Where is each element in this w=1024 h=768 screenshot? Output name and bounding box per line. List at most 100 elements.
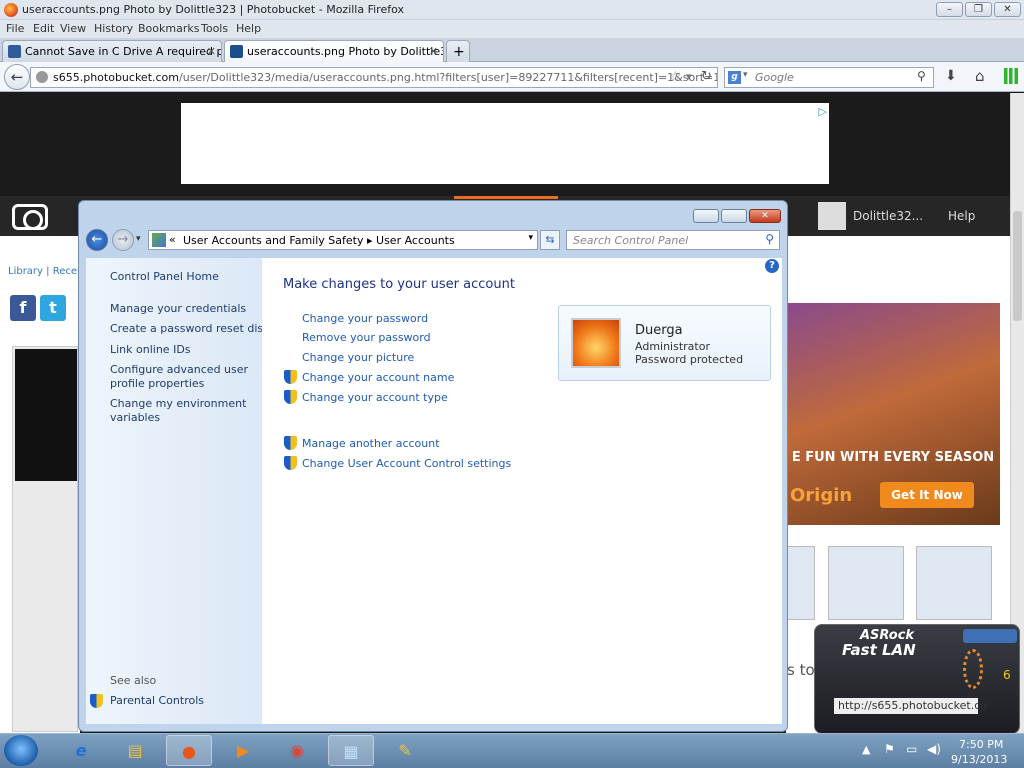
clock-time[interactable]: 7:50 PM [959,738,1003,751]
control-panel-taskbar-icon[interactable]: ▦ [328,735,374,766]
new-tab-button[interactable]: + [446,40,470,62]
site-identity-icon[interactable] [36,71,48,83]
paint-icon[interactable]: ✎ [382,735,428,766]
help-icon[interactable]: ? [765,259,779,273]
cp-maximize-button[interactable] [721,209,747,223]
change-picture-link[interactable]: Change your picture [302,351,414,364]
chrome-icon[interactable]: ◉ [274,735,320,766]
search-engine-dropdown-icon[interactable]: ▾ [743,70,748,80]
tab-useraccounts[interactable]: useraccounts.png Photo by Dolittle32... … [224,40,444,62]
get-it-now-button[interactable]: Get It Now [880,482,974,508]
cp-close-button[interactable]: ✕ [749,209,781,223]
menu-history[interactable]: History [94,22,133,35]
firefox-taskbar-icon[interactable]: ● [166,735,212,766]
user-avatar[interactable] [818,202,846,230]
media-player-icon[interactable]: ▶ [220,735,266,766]
start-button[interactable] [4,735,38,766]
tab-close-icon[interactable]: ✕ [207,45,216,58]
related-thumbnail[interactable] [787,546,815,620]
environment-variables-link[interactable]: Change my environment [110,397,246,410]
adchoices-icon[interactable]: ▷ [819,105,827,118]
cp-breadcrumb-root[interactable]: « [169,233,176,246]
change-password-link[interactable]: Change your password [302,312,428,325]
uac-shield-icon [284,370,297,384]
addon-signal-icon[interactable] [1004,68,1018,84]
xfast-lan-title: Fast LAN [842,641,916,659]
search-bar[interactable]: g ▾ Google ⚲ [724,67,934,88]
menu-help[interactable]: Help [236,22,261,35]
cp-minimize-button[interactable] [693,209,719,223]
cp-breadcrumb-family-safety[interactable]: User Accounts and Family Safety [183,234,363,247]
menu-view[interactable]: View [60,22,86,35]
account-password-status: Password protected [635,353,744,366]
configure-profile-link[interactable]: Configure advanced user [110,363,248,376]
home-icon[interactable]: ⌂ [975,67,985,85]
close-button[interactable]: ✕ [994,2,1021,17]
library-breadcrumb[interactable]: Library | Recen [8,266,83,277]
widget-menu-icon[interactable] [963,629,1017,643]
file-explorer-icon[interactable]: ▤ [112,735,158,766]
cp-forward-button[interactable]: → [112,229,134,251]
reload-icon[interactable]: ↻ [701,69,712,84]
user-menu[interactable]: Dolittle32... [853,209,923,223]
cp-address-bar[interactable]: « User Accounts and Family Safety ▸ User… [148,230,538,250]
help-menu[interactable]: Help [948,209,975,223]
dropdown-arrow-icon[interactable]: ▾ [686,70,692,83]
manage-credentials-link[interactable]: Manage your credentials [110,302,246,315]
cp-search-input[interactable]: Search Control Panel ⚲ [566,230,780,250]
menu-edit[interactable]: Edit [33,22,54,35]
cp-breadcrumb-user-accounts[interactable]: User Accounts [376,234,455,247]
url-bar[interactable]: s655.photobucket.com/user/Dolittle323/me… [30,67,718,88]
related-thumbnail[interactable] [916,546,992,620]
uac-shield-icon [284,456,297,470]
address-dropdown-icon[interactable]: ▾ [528,233,533,243]
restore-button[interactable]: ❐ [965,2,992,17]
change-account-type-link[interactable]: Change your account type [302,391,448,404]
cp-back-button[interactable]: ← [86,229,108,251]
parental-controls-link[interactable]: Parental Controls [110,694,204,707]
account-picture [571,318,621,368]
manage-another-account-link[interactable]: Manage another account [302,437,440,450]
bookmark-star-icon[interactable]: ☆ [669,69,682,85]
photo-thumbnail-preview[interactable] [12,346,78,732]
back-button[interactable]: ← [4,64,30,90]
show-hidden-icons-icon[interactable]: ▲ [862,743,870,756]
twitter-icon[interactable]: t [40,295,66,321]
configure-profile-link-line2[interactable]: profile properties [110,377,204,390]
environment-variables-link-line2[interactable]: variables [110,411,160,424]
remove-password-link[interactable]: Remove your password [302,331,431,344]
see-also-label: See also [110,674,157,687]
photobucket-logo-icon[interactable] [12,204,48,230]
cp-search-placeholder: Search Control Panel [573,234,689,247]
change-account-name-link[interactable]: Change your account name [302,371,454,384]
password-reset-disk-link[interactable]: Create a password reset disk [110,322,270,335]
download-icon[interactable]: ⬇ [945,68,957,84]
url-domain: s655.photobucket.com [53,71,180,84]
search-icon[interactable]: ⚲ [917,69,926,83]
search-icon[interactable]: ⚲ [765,232,774,246]
tab-close-icon[interactable]: ✕ [429,45,438,58]
internet-explorer-icon[interactable]: e [58,735,104,766]
scrollbar-thumb[interactable] [1013,211,1022,321]
clock-date[interactable]: 9/13/2013 [951,753,1007,766]
volume-icon[interactable]: ◀) [927,742,941,756]
menu-file[interactable]: File [6,22,24,35]
menu-bookmarks[interactable]: Bookmarks [138,22,199,35]
menu-tools[interactable]: Tools [201,22,228,35]
facebook-icon[interactable]: f [10,295,36,321]
minimize-button[interactable]: – [936,2,963,17]
uac-settings-link[interactable]: Change User Account Control settings [302,457,511,470]
link-online-ids-link[interactable]: Link online IDs [110,343,191,356]
activity-ring-icon [963,649,983,689]
control-panel-home-link[interactable]: Control Panel Home [110,270,219,283]
tab-cannot-save[interactable]: Cannot Save in C Drive A required pri...… [2,40,222,62]
google-icon[interactable]: g [728,71,741,84]
sims-ad-tagline: E FUN WITH EVERY SEASON [791,450,995,465]
cp-refresh-icon[interactable]: ⇆ [540,230,560,250]
action-center-flag-icon[interactable]: ⚑ [884,742,895,756]
window-title: useraccounts.png Photo by Dolittle323 | … [22,3,405,16]
banner-ad[interactable]: ▷ [181,103,829,184]
cp-recent-pages-icon[interactable]: ▾ [136,234,141,244]
network-icon[interactable]: ▭ [906,742,917,756]
related-thumbnail[interactable] [828,546,904,620]
